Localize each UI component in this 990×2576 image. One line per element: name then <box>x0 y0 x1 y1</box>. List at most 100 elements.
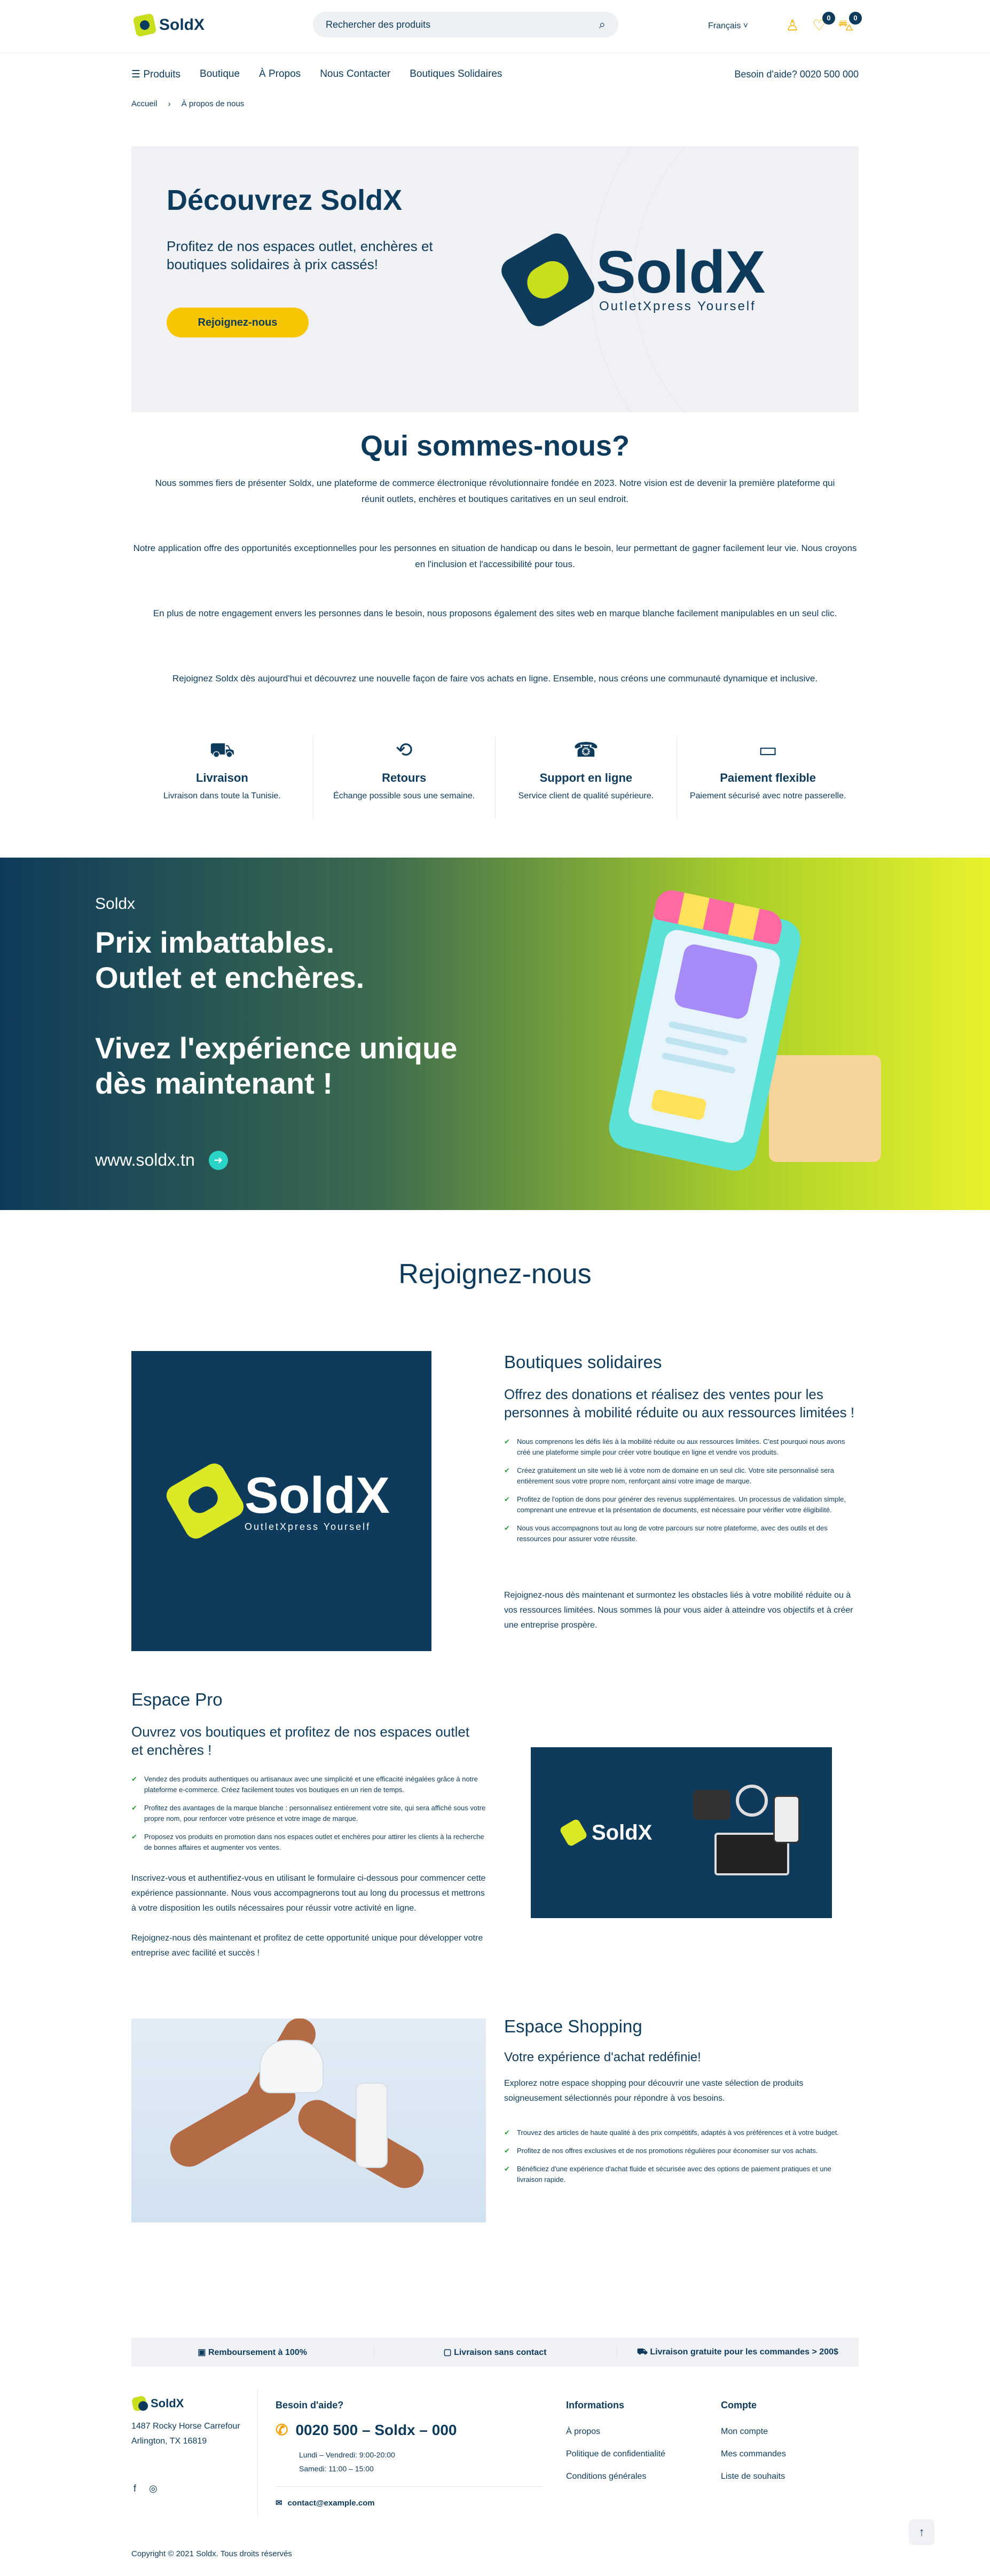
bottle-illustration <box>356 2083 388 2168</box>
cart-icon[interactable]: ⛍ 0 <box>835 12 862 36</box>
basket-icon <box>672 942 759 1021</box>
site-header: SoldX Rechercher des produits ⌕ Français… <box>0 0 990 53</box>
logo-mark-icon <box>162 1459 248 1543</box>
solidaires-paragraph: Rejoignez-nous dès maintenant et surmont… <box>504 1591 853 1630</box>
pro-bullets: Vendez des produits authentiques ou arti… <box>131 1774 486 1860</box>
shopping-intro: Explorez notre espace shopping pour déco… <box>504 2079 804 2103</box>
search-bar[interactable]: Rechercher des produits ⌕ <box>313 12 618 37</box>
hero-logo: SoldX OutletXpress Yourself <box>497 229 765 331</box>
features-row: ⛟ Livraison Livraison dans toute la Tuni… <box>131 736 859 819</box>
feature-desc: Paiement sécurisé avec notre passerelle. <box>689 791 846 800</box>
support-icon: ☎ <box>573 739 599 761</box>
footer-email[interactable]: ✉ contact@example.com <box>276 2498 380 2508</box>
mail-icon: ✉ <box>276 2499 282 2508</box>
footer-link[interactable]: Mes commandes <box>721 2449 786 2459</box>
nav-item-boutiques-solidaires[interactable]: Boutiques Solidaires <box>410 68 502 80</box>
banner-url[interactable]: www.soldx.tn ➜ <box>95 1150 228 1170</box>
language-label: Français <box>708 21 741 30</box>
footer-link[interactable]: Mon compte <box>721 2427 786 2437</box>
footer-link[interactable]: Politique de confidentialité <box>566 2449 665 2459</box>
about-paragraph: Rejoignez Soldx dès aujourd'hui et décou… <box>172 673 818 684</box>
benefit-label: Livraison gratuite pour les commandes > … <box>650 2347 838 2357</box>
footer-address: 1487 Rocky Horse Carrefour Arlington, TX… <box>131 2419 240 2449</box>
opening-hours: Lundi – Vendredi: 9:00-20:00 Samedi: 11:… <box>299 2448 395 2476</box>
benefit-label: Livraison sans contact <box>454 2348 547 2357</box>
benefit-item: ▣ Remboursement à 100% <box>131 2347 374 2358</box>
pro-devices-image: SoldX <box>531 1747 832 1918</box>
feature-card: ⟲ Retours Échange possible sous une sema… <box>313 736 496 819</box>
join-title: Rejoignez-nous <box>398 1259 592 1290</box>
logo-mark-icon <box>497 229 599 331</box>
solidaires-bullets: Nous comprenons les défis liés à la mobi… <box>504 1436 859 1552</box>
benefit-item: ⛟ Livraison gratuite pour les commandes … <box>637 2347 838 2357</box>
banner-line: Vivez l'expérience unique dès maintenant… <box>95 1031 458 1100</box>
banner-line: Outlet et enchères. <box>95 961 365 994</box>
feature-title: Retours <box>382 771 427 784</box>
list-item: Proposez vos produits en promotion dans … <box>131 1832 486 1853</box>
nav-item-boutique[interactable]: Boutique <box>200 68 240 80</box>
footer-logo[interactable]: SoldX <box>131 2395 184 2412</box>
user-icon[interactable]: ♙ <box>782 15 803 36</box>
facebook-icon[interactable]: f <box>133 2483 136 2494</box>
list-item: Profitez de nos offres exclusives et de … <box>504 2146 859 2156</box>
cup-illustration <box>260 2040 324 2093</box>
soldx-logo-image: SoldX OutletXpress Yourself <box>131 1351 431 1651</box>
address-line: Arlington, TX 16819 <box>131 2437 207 2446</box>
address-line: 1487 Rocky Horse Carrefour <box>131 2422 240 2431</box>
footer-info-column: Informations À propos Politique de confi… <box>566 2400 665 2494</box>
breadcrumb-separator: › <box>168 99 171 108</box>
wishlist-icon[interactable]: ♡ 0 <box>808 12 835 36</box>
search-icon[interactable]: ⌕ <box>599 18 606 32</box>
brand-logo[interactable]: SoldX <box>132 13 205 37</box>
breadcrumb: Accueil › À propos de nous <box>131 99 253 108</box>
email-text: contact@example.com <box>287 2499 375 2508</box>
hero-subtitle: Profitez de nos espaces outlet, enchères… <box>167 238 433 272</box>
feature-desc: Échange possible sous une semaine. <box>333 791 475 800</box>
truck-icon: ⛟ <box>209 739 235 761</box>
list-item: Profitez de l'option de dons pour génére… <box>504 1494 859 1515</box>
footer-link[interactable]: Conditions générales <box>566 2472 665 2481</box>
account-title: Compte <box>721 2400 757 2410</box>
feature-desc: Service client de qualité supérieure. <box>518 791 654 800</box>
footer-link[interactable]: À propos <box>566 2427 665 2437</box>
footer-phone[interactable]: ✆ 0020 500 – Soldx – 000 <box>276 2421 457 2439</box>
nav-item-a-propos[interactable]: À Propos <box>259 68 301 80</box>
instagram-icon[interactable]: ◎ <box>149 2483 158 2494</box>
search-input[interactable]: Rechercher des produits <box>326 19 599 30</box>
phone-icon: ✆ <box>276 2422 288 2438</box>
benefit-label: Remboursement à 100% <box>208 2348 307 2357</box>
about-paragraph: En plus de notre engagement envers les p… <box>153 608 837 618</box>
solidaires-subtitle: Offrez des donations et réalisez des ven… <box>504 1386 855 1420</box>
feature-card: ☎ Support en ligne Service client de qua… <box>496 736 678 819</box>
shopping-title: Espace Shopping <box>504 2016 642 2036</box>
social-links: f ◎ <box>133 2483 158 2494</box>
hours-line: Samedi: 11:00 – 15:00 <box>299 2464 374 2473</box>
list-item: Créez gratuitement un site web lié à vot… <box>504 1465 859 1487</box>
hours-line: Lundi – Vendredi: 9:00-20:00 <box>299 2451 395 2459</box>
about-paragraph: Notre application offre des opportunités… <box>133 543 857 569</box>
hero-section: Découvrez SoldX Profitez de nos espaces … <box>131 146 859 412</box>
info-title: Informations <box>566 2400 625 2410</box>
devices-illustration <box>693 1785 811 1881</box>
nav-item-produits[interactable]: ☰ Produits <box>131 68 180 81</box>
list-item: Nous comprenons les défis liés à la mobi… <box>504 1436 859 1458</box>
promo-banner: Soldx Prix imbattables. Outlet et enchèr… <box>0 858 990 1210</box>
help-title: Besoin d'aide? <box>276 2400 344 2410</box>
list-item: Nous vous accompagnons tout au long de v… <box>504 1523 859 1544</box>
feature-card: ⛟ Livraison Livraison dans toute la Tuni… <box>131 736 313 819</box>
banner-line: Prix imbattables. <box>95 925 335 959</box>
shopping-bullets: Trouvez des articles de haute qualité à … <box>504 2127 859 2193</box>
language-selector[interactable]: Français ˅ <box>708 21 748 31</box>
footer-link[interactable]: Liste de souhaits <box>721 2472 786 2481</box>
help-phone[interactable]: Besoin d'aide? 0020 500 000 <box>734 69 859 80</box>
package-illustration <box>769 1055 881 1162</box>
scroll-top-button[interactable]: ↑ <box>909 2519 934 2545</box>
nav-item-contact[interactable]: Nous Contacter <box>320 68 390 80</box>
banner-brand: Soldx <box>95 895 136 913</box>
footer-account-column: Compte Mon compte Mes commandes Liste de… <box>721 2400 786 2494</box>
pro-subtitle: Ouvrez vos boutiques et profitez de nos … <box>131 1724 470 1758</box>
join-button[interactable]: Rejoignez-nous <box>167 308 309 337</box>
headphones-icon <box>736 1785 768 1817</box>
breadcrumb-home[interactable]: Accueil <box>131 99 157 108</box>
brand-name: SoldX <box>159 16 205 34</box>
